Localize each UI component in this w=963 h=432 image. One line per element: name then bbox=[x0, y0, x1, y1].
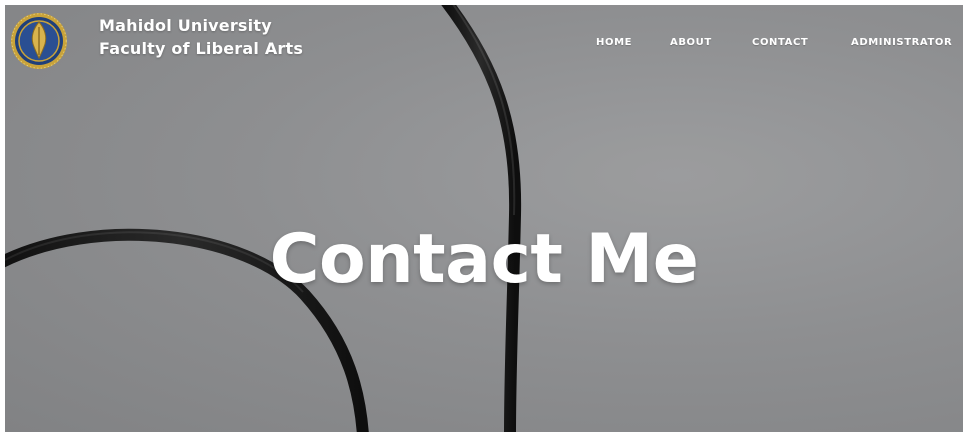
site-header: Mahidol University Faculty of Liberal Ar… bbox=[5, 5, 963, 85]
nav-administrator-link[interactable]: ADMINISTRATOR bbox=[851, 36, 952, 50]
hero-section: Mahidol University Faculty of Liberal Ar… bbox=[5, 5, 963, 432]
nav-home-link[interactable]: HOME bbox=[596, 36, 632, 50]
main-navigation: HOME ABOUT CONTACT ADMINISTRATOR bbox=[5, 36, 963, 50]
page: Mahidol University Faculty of Liberal Ar… bbox=[0, 0, 963, 432]
page-title: Contact Me bbox=[269, 219, 699, 299]
nav-contact-link[interactable]: CONTACT bbox=[752, 36, 808, 50]
nav-about-link[interactable]: ABOUT bbox=[670, 36, 712, 50]
brand-university-name: Mahidol University bbox=[99, 16, 272, 35]
